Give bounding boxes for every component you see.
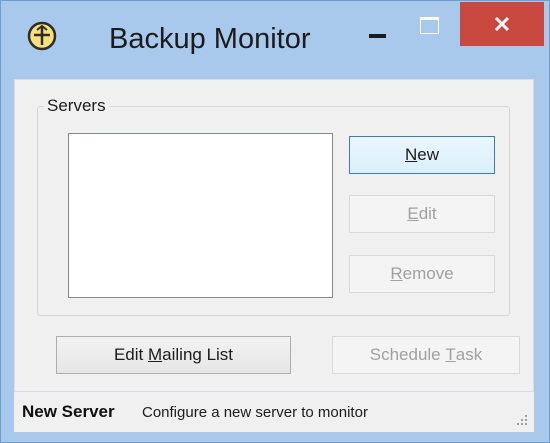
edit-button-mnemonic: E [407,204,419,223]
minimize-icon [368,34,386,38]
servers-list[interactable] [68,133,333,298]
new-button-label: ew [417,145,439,164]
client-area: Servers New Edit Remove Edit Mailing Lis… [14,79,534,392]
mailing-button-label: ailing List [162,345,234,364]
close-icon [494,16,510,32]
title-bar[interactable]: Backup Monitor [1,1,549,79]
maximize-icon [419,16,439,34]
status-description: Configure a new server to monitor [142,404,368,421]
edit-button-label: dit [418,204,437,223]
mailing-button-mnemonic: M [147,345,163,364]
new-server-button[interactable]: New [349,136,495,174]
remove-server-button[interactable]: Remove [349,255,495,293]
minimize-button[interactable] [357,9,397,55]
new-button-mnemonic: N [404,145,418,164]
close-button[interactable] [460,2,544,46]
maximize-button[interactable] [409,9,449,55]
status-title: New Server [22,402,115,421]
remove-button-label: emove [402,264,454,283]
schedule-button-mnemonic: T [445,345,456,364]
remove-button-mnemonic: R [390,264,403,283]
edit-server-button[interactable]: Edit [349,195,495,233]
status-bar: New Server Configure a new server to mon… [14,391,534,432]
edit-mailing-list-button[interactable]: Edit Mailing List [56,336,291,374]
backup-logo-icon [27,21,57,51]
schedule-button-label: ask [455,345,483,364]
schedule-button-prefix: Schedule [369,345,446,364]
window-title: Backup Monitor [109,23,311,55]
servers-group-label: Servers [44,96,109,116]
resize-grip-icon[interactable] [514,412,528,426]
mailing-button-prefix: Edit [113,345,148,364]
backup-monitor-window: Backup Monitor Servers New Edit Remove E [0,0,550,443]
schedule-task-button[interactable]: Schedule Task [332,336,520,374]
